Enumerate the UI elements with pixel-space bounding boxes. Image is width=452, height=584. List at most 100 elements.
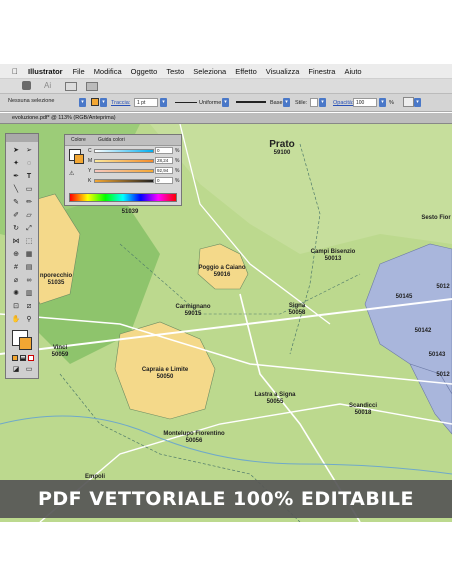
direct-selection-tool-icon[interactable]: ➢ bbox=[24, 146, 34, 156]
lasso-tool-icon[interactable]: ◌ bbox=[24, 159, 34, 169]
map-label-campi-bisenzio: Campi Bisenzio 50013 bbox=[310, 249, 356, 262]
map-code-50145: 50145 bbox=[395, 294, 413, 300]
tab-color-guide[interactable]: Guida colori bbox=[98, 137, 125, 143]
perspective-grid-tool-icon[interactable]: ▦ bbox=[24, 250, 34, 260]
channel-c-slider[interactable] bbox=[94, 149, 154, 153]
channel-c-value[interactable]: 0 bbox=[155, 147, 173, 154]
stroke-dropdown[interactable]: ▾ bbox=[100, 98, 107, 107]
brush-dropdown[interactable]: ▾ bbox=[283, 98, 290, 107]
map-label-capraia-e-limite: Capraia e Limite 50050 bbox=[141, 367, 189, 380]
scale-tool-icon[interactable]: ⤢ bbox=[24, 224, 34, 234]
eraser-tool-icon[interactable]: ▱ bbox=[24, 211, 34, 221]
color-spectrum-bar[interactable] bbox=[69, 193, 177, 202]
panel-stroke-swatch[interactable] bbox=[74, 154, 84, 164]
width-tool-icon[interactable]: ⋈ bbox=[11, 237, 21, 247]
map-label-carmignano: Carmignano 59015 bbox=[175, 304, 211, 317]
free-transform-tool-icon[interactable]: ⬚ bbox=[24, 237, 34, 247]
channel-m-pct: % bbox=[175, 158, 180, 164]
opacity-dropdown[interactable]: ▾ bbox=[379, 98, 386, 107]
channel-k-label: K bbox=[88, 178, 92, 184]
fill-swatch[interactable] bbox=[91, 98, 99, 106]
stroke-color-swatch[interactable] bbox=[19, 337, 32, 350]
ai-logo-icon bbox=[22, 81, 31, 90]
stroke-weight-dropdown[interactable]: ▾ bbox=[160, 98, 167, 107]
line-tool-icon[interactable]: ╲ bbox=[11, 185, 21, 195]
rotate-tool-icon[interactable]: ↻ bbox=[11, 224, 21, 234]
map-code-50142: 50142 bbox=[414, 328, 432, 334]
shape-builder-tool-icon[interactable]: ⊕ bbox=[11, 250, 21, 260]
document-setup-dropdown[interactable]: ▾ bbox=[414, 98, 421, 107]
fill-dropdown[interactable]: ▾ bbox=[79, 98, 86, 107]
channel-k-value[interactable]: 0 bbox=[155, 177, 173, 184]
opacity-link[interactable]: Opacità: bbox=[333, 100, 353, 106]
document-setup-icon[interactable] bbox=[403, 97, 414, 107]
stroke-link[interactable]: Traccia: bbox=[111, 100, 130, 106]
map-code-50143: 50143 bbox=[428, 352, 446, 358]
apple-menu-icon[interactable]:  bbox=[12, 67, 18, 76]
out-of-gamut-icon[interactable]: ⚠ bbox=[69, 170, 74, 177]
map-label-vinci: Vinci 50059 bbox=[51, 345, 69, 358]
style-dropdown[interactable]: ▾ bbox=[319, 98, 326, 107]
drawing-mode-icon[interactable]: ◪ bbox=[11, 365, 21, 375]
gradient-mode-icon[interactable] bbox=[20, 355, 26, 361]
style-swatch[interactable] bbox=[310, 98, 318, 107]
rectangle-tool-icon[interactable]: ▭ bbox=[24, 185, 34, 195]
menu-bar:  Illustrator File Modifica Oggetto Test… bbox=[0, 64, 452, 79]
none-mode-icon[interactable] bbox=[28, 355, 34, 361]
slice-tool-icon[interactable]: ⧄ bbox=[24, 302, 34, 312]
blend-tool-icon[interactable]: ∞ bbox=[24, 276, 34, 286]
gradient-tool-icon[interactable]: ▤ bbox=[24, 263, 34, 273]
graph-tool-icon[interactable]: ▥ bbox=[24, 289, 34, 299]
magic-wand-tool-icon[interactable]: ✦ bbox=[11, 159, 21, 169]
opacity-pct: % bbox=[389, 100, 394, 106]
mesh-tool-icon[interactable]: # bbox=[11, 263, 21, 273]
pen-tool-icon[interactable]: ✒ bbox=[11, 172, 21, 182]
selection-tool-icon[interactable]: ➤ bbox=[11, 146, 21, 156]
profile-dropdown[interactable]: ▾ bbox=[222, 98, 229, 107]
channel-c-pct: % bbox=[175, 148, 180, 154]
map-label-montelupo-fiorentino: Montelupo Fiorentino 50056 bbox=[163, 431, 225, 444]
menu-testo[interactable]: Testo bbox=[166, 67, 184, 76]
menu-aiuto[interactable]: Aiuto bbox=[344, 67, 361, 76]
blob-brush-tool-icon[interactable]: ✐ bbox=[11, 211, 21, 221]
menu-modifica[interactable]: Modifica bbox=[94, 67, 122, 76]
map-code-51039: 51039 bbox=[121, 209, 139, 215]
menu-visualizza[interactable]: Visualizza bbox=[266, 67, 300, 76]
menu-file[interactable]: File bbox=[73, 67, 85, 76]
channel-y-pct: % bbox=[175, 168, 180, 174]
artboard-tool-icon[interactable]: ⊡ bbox=[11, 302, 21, 312]
map-label-lamporecchio: nporecchio 51035 bbox=[39, 273, 73, 286]
bridge-icon[interactable] bbox=[65, 82, 77, 91]
menu-finestra[interactable]: Finestra bbox=[308, 67, 335, 76]
channel-k-pct: % bbox=[175, 178, 180, 184]
arrange-icon[interactable] bbox=[86, 82, 98, 91]
document-tab[interactable]: evoluzione.pdf* @ 113% (RGB/Anteprima) bbox=[0, 113, 452, 124]
type-tool-icon[interactable]: T bbox=[24, 172, 34, 182]
channel-k-slider[interactable] bbox=[94, 179, 154, 183]
color-mode-icon[interactable] bbox=[12, 355, 18, 361]
app-toolbar: Ai bbox=[0, 79, 452, 94]
eyedropper-tool-icon[interactable]: ⌀ bbox=[11, 276, 21, 286]
map-label-sesto-fiorentino: Sesto Fior bbox=[421, 215, 451, 221]
channel-m-slider[interactable] bbox=[94, 159, 154, 163]
menu-oggetto[interactable]: Oggetto bbox=[131, 67, 158, 76]
channel-y-value[interactable]: 92,94 bbox=[155, 167, 173, 174]
tools-panel-header[interactable] bbox=[6, 134, 38, 142]
stroke-weight-field[interactable]: 1 pt bbox=[134, 98, 158, 107]
screen-mode-icon[interactable]: ▭ bbox=[24, 365, 34, 375]
zoom-tool-icon[interactable]: ⚲ bbox=[24, 315, 34, 325]
opacity-field[interactable]: 100 bbox=[353, 98, 377, 107]
profile-line-icon bbox=[175, 102, 197, 103]
menu-effetto[interactable]: Effetto bbox=[235, 67, 257, 76]
menu-seleziona[interactable]: Seleziona bbox=[193, 67, 226, 76]
app-menu[interactable]: Illustrator bbox=[28, 67, 63, 76]
channel-m-value[interactable]: 28,24 bbox=[155, 157, 173, 164]
pencil-tool-icon[interactable]: ✏ bbox=[24, 198, 34, 208]
paintbrush-tool-icon[interactable]: ✎ bbox=[11, 198, 21, 208]
brush-label: Base bbox=[270, 100, 283, 106]
hand-tool-icon[interactable]: ✋ bbox=[11, 315, 21, 325]
channel-y-slider[interactable] bbox=[94, 169, 154, 173]
channel-c-label: C bbox=[88, 148, 92, 154]
tab-color[interactable]: Colore bbox=[71, 137, 86, 143]
symbol-sprayer-tool-icon[interactable]: ✺ bbox=[11, 289, 21, 299]
